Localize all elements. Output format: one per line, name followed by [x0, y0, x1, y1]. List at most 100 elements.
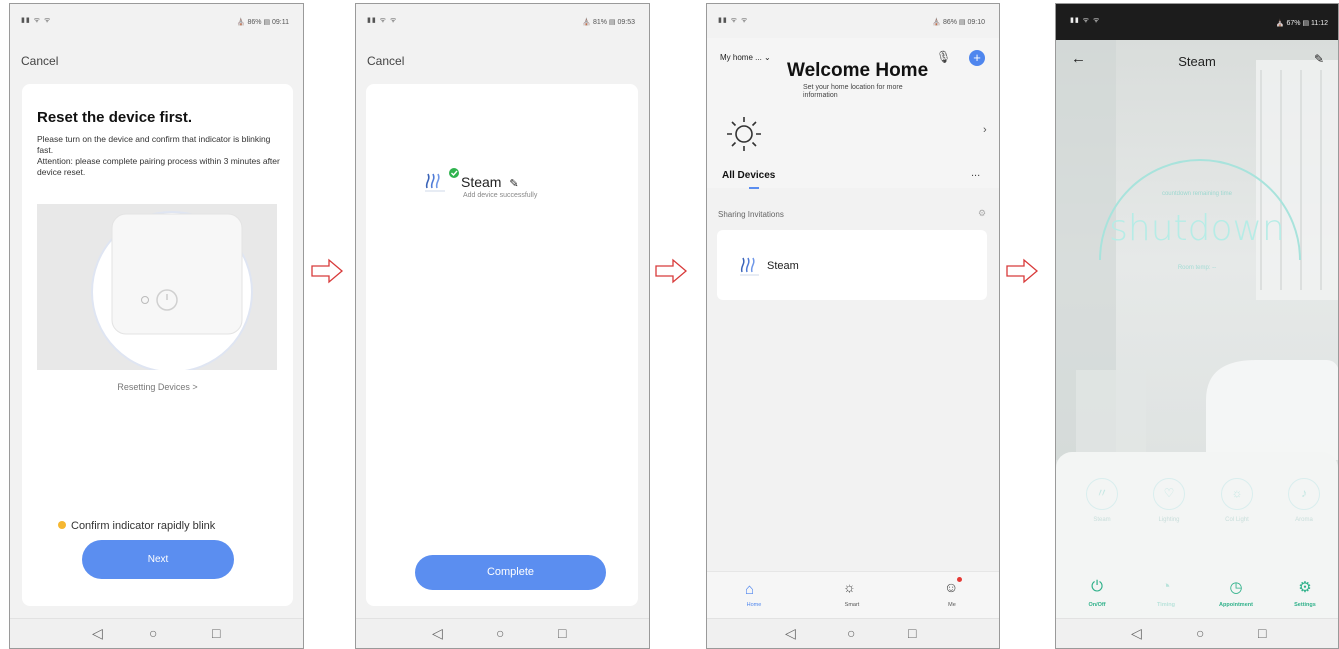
microphone-icon[interactable]: 🎙: [936, 50, 951, 64]
countdown-label: countdown remaining time: [1161, 191, 1233, 197]
status-right: ⛪ 86% ▤ 09:10: [932, 19, 985, 26]
countdown-value: shutdown: [1109, 208, 1285, 249]
color-light-icon: ☼: [1221, 478, 1253, 510]
device-name-text: Steam: [461, 174, 502, 190]
aroma-function-button[interactable]: ♪ Aroma: [1280, 478, 1328, 523]
tab-smart[interactable]: Smart: [837, 602, 867, 608]
device-title: Steam: [1178, 54, 1216, 69]
add-success-text: Add device successfully: [463, 192, 538, 199]
signal-icon: ▮▮ ᯤ ᯤ: [367, 17, 398, 24]
back-nav-icon[interactable]: ◁: [785, 625, 796, 642]
arrow-right-icon: [1006, 258, 1039, 284]
arrow-right-icon: [311, 258, 344, 284]
android-nav: ◁ ○ □: [1056, 618, 1338, 648]
more-menu-icon[interactable]: ...: [971, 167, 980, 179]
device-card-name: Steam: [767, 260, 799, 272]
appointment-button[interactable]: ◷ Appointment: [1211, 578, 1261, 608]
recents-nav-icon[interactable]: □: [212, 625, 220, 641]
status-right: ⛪ 86% ▤ 09:11: [236, 19, 289, 26]
home-nav-icon[interactable]: ○: [847, 625, 855, 641]
tab-indicator: [749, 187, 759, 189]
device-name: Steam ✎: [461, 174, 519, 190]
recents-nav-icon[interactable]: □: [558, 625, 566, 641]
screen-reset-device: ▮▮ ᯤ ᯤ ⛪ 86% ▤ 09:11 Cancel Reset the de…: [9, 3, 304, 649]
complete-button[interactable]: Complete: [415, 555, 606, 590]
me-tab-icon[interactable]: ☺: [944, 579, 958, 595]
steam-function-label: Steam: [1093, 517, 1111, 523]
android-nav: ◁ ○ □: [356, 618, 649, 648]
home-nav-icon[interactable]: ○: [1196, 625, 1204, 641]
tab-me[interactable]: Me: [937, 602, 967, 608]
welcome-subtitle: Set your home location for more informat…: [803, 84, 903, 99]
chevron-down-icon: ⌄: [764, 53, 771, 62]
cancel-button[interactable]: Cancel: [21, 54, 58, 68]
smart-tab-icon[interactable]: ☼: [843, 579, 856, 595]
timing-button[interactable]: ◔ Timing: [1141, 578, 1191, 608]
col-light-function-label: Col Light: [1225, 517, 1249, 523]
status-bar: ▮▮ ᯤ ᯤ ⛪ 86% ▤ 09:10: [707, 4, 999, 38]
sun-icon: [727, 117, 761, 151]
on-off-label: On/Off: [1088, 602, 1106, 608]
home-selector[interactable]: My home ... ⌄: [720, 53, 771, 62]
android-nav: ◁ ○ □: [10, 618, 303, 648]
home-tab-icon[interactable]: ⌂: [745, 581, 754, 598]
room-temperature: Room temp: --: [1177, 265, 1217, 271]
resetting-devices-link[interactable]: Resetting Devices >: [22, 382, 293, 392]
bottom-tab-bar: ⌂ Home ☼ Smart ☺ Me: [707, 571, 999, 618]
settings-small-icon[interactable]: ⚙: [978, 208, 986, 219]
status-bar: ▮▮ ᯤ ᯤ ⛪ 67% ▤ 11:12: [1056, 4, 1338, 40]
bulb-icon: ♡: [1153, 478, 1185, 510]
screen-add-success: ▮▮ ᯤ ᯤ ⛪ 81% ▤ 09:53 Cancel Steam ✎ Add …: [355, 3, 650, 649]
lighting-function-button[interactable]: ♡ Lighting: [1145, 478, 1193, 523]
lighting-function-label: Lighting: [1158, 517, 1180, 523]
home-selector-label: My home ...: [720, 53, 762, 62]
edit-pencil-icon[interactable]: ✎: [1314, 52, 1324, 66]
confirm-blink-checkbox[interactable]: Confirm indicator rapidly blink: [58, 520, 215, 532]
col-light-function-button[interactable]: ☼ Col Light: [1213, 478, 1261, 523]
screen-home: ▮▮ ᯤ ᯤ ⛪ 86% ▤ 09:10 My home ... ⌄ 🎙 + W…: [706, 3, 1000, 649]
edit-pencil-icon[interactable]: ✎: [509, 178, 518, 190]
tab-home[interactable]: Home: [739, 602, 769, 608]
signal-icon: ▮▮ ᯤ ᯤ: [21, 17, 52, 24]
reset-card: Reset the device first. Please turn on t…: [22, 84, 293, 606]
steam-icon: 〃: [1086, 478, 1118, 510]
power-icon: ⏻: [1091, 578, 1103, 595]
settings-button[interactable]: ⚙ Settings: [1280, 578, 1330, 608]
device-card[interactable]: Steam: [717, 230, 987, 300]
home-nav-icon[interactable]: ○: [496, 625, 504, 641]
steam-logo-icon: [425, 168, 459, 192]
appointment-label: Appointment: [1219, 602, 1253, 608]
chevron-right-icon[interactable]: ›: [983, 124, 987, 136]
reset-title: Reset the device first.: [37, 109, 193, 126]
aroma-icon: ♪: [1288, 478, 1320, 510]
next-button[interactable]: Next: [82, 540, 234, 579]
gear-icon: ⚙: [1298, 579, 1312, 596]
steam-logo-icon: [740, 257, 759, 276]
arrow-right-icon: [655, 258, 688, 284]
back-nav-icon[interactable]: ◁: [92, 625, 103, 642]
timer-icon: ◔: [1161, 578, 1171, 595]
back-nav-icon[interactable]: ◁: [1131, 625, 1142, 642]
android-nav: ◁ ○ □: [707, 618, 999, 648]
status-bar: ▮▮ ᯤ ᯤ ⛪ 81% ▤ 09:53: [356, 4, 649, 38]
steam-function-button[interactable]: 〃 Steam: [1078, 478, 1126, 523]
recents-nav-icon[interactable]: □: [908, 625, 916, 641]
check-dot-icon: [58, 521, 66, 529]
timing-label: Timing: [1157, 602, 1175, 608]
home-nav-icon[interactable]: ○: [149, 625, 157, 641]
bathroom-background-image: [1056, 40, 1338, 460]
status-bar: ▮▮ ᯤ ᯤ ⛪ 86% ▤ 09:11: [10, 4, 303, 38]
on-off-button[interactable]: ⏻ On/Off: [1072, 578, 1122, 608]
sharing-invitations[interactable]: Sharing Invitations: [718, 210, 784, 219]
settings-label: Settings: [1294, 602, 1316, 608]
device-illustration-image: [91, 211, 253, 370]
cancel-button[interactable]: Cancel: [367, 54, 404, 68]
reset-instructions: Please turn on the device and confirm th…: [37, 134, 280, 177]
confirm-label: Confirm indicator rapidly blink: [71, 520, 216, 532]
status-right: ⛪ 67% ▤ 11:12: [1275, 20, 1328, 27]
back-nav-icon[interactable]: ◁: [432, 625, 443, 642]
recents-nav-icon[interactable]: □: [1258, 625, 1266, 641]
device-illustration: [37, 204, 277, 370]
tab-all-devices[interactable]: All Devices: [722, 170, 775, 181]
add-device-icon[interactable]: +: [969, 50, 985, 66]
